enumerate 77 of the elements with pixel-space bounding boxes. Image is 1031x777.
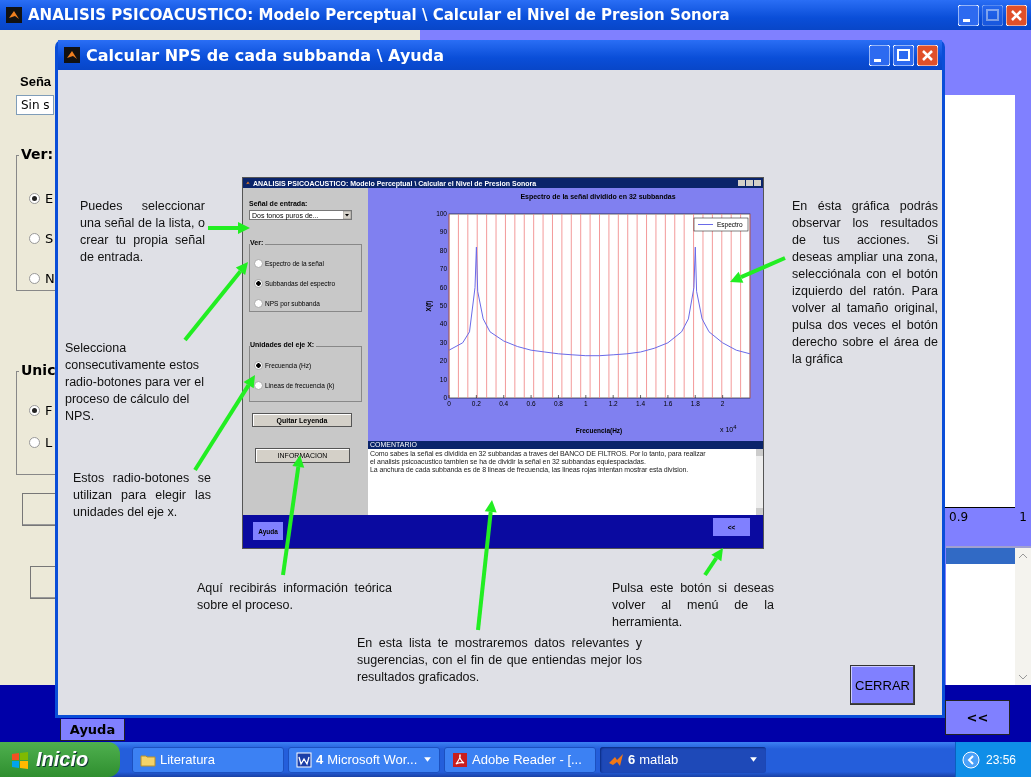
tick: [722, 394, 723, 399]
help-note: Selecciona consecutivamente estos radio-botones para ver el proceso de cálculo del NPS.: [65, 340, 205, 425]
arrow: [208, 222, 250, 234]
tick: [640, 394, 641, 399]
app-icon: [64, 47, 80, 63]
tick: [448, 394, 450, 399]
scrollbar[interactable]: [1015, 547, 1031, 685]
radio-label: F: [45, 402, 53, 418]
close-icon[interactable]: [1006, 4, 1027, 26]
tick: [694, 394, 696, 399]
minimize-icon[interactable]: [869, 44, 890, 66]
help-button[interactable]: Ayuda: [60, 719, 125, 741]
dropdown-arrow-icon[interactable]: [343, 211, 351, 219]
radio-button[interactable]: [254, 258, 263, 268]
taskbar-label: Adobe Reader - [...: [472, 752, 582, 767]
scrollbar[interactable]: [756, 449, 763, 515]
radio-button[interactable]: [29, 404, 40, 416]
radio-button[interactable]: [254, 360, 263, 370]
back-button[interactable]: <<: [945, 700, 1010, 735]
radio-label: N: [45, 270, 55, 286]
arrow: [730, 256, 786, 283]
field-label: Seña: [20, 74, 52, 89]
tick: [476, 394, 477, 399]
taskbar-label: Microsoft Wor...: [327, 752, 418, 767]
radio-button[interactable]: [29, 272, 40, 284]
help-note: En ésta gráfica podrás observar los resultados de tus acciones. Si deseas ampliar una zona, selecciónala con el botón izquierdo del ratón. Para volver al tamaño original, pulsa dos veces el botón derecho sobre el área de la gráfica: [792, 198, 938, 368]
window-count: 6: [628, 752, 636, 767]
app-icon: [6, 7, 22, 23]
window-title: Calcular NPS de cada subbanda \ Ayuda: [86, 45, 444, 65]
tick: [530, 394, 532, 399]
pdf-icon: [452, 751, 468, 768]
taskbar-label: matlab: [639, 752, 679, 767]
tick: [558, 394, 559, 399]
close-icon[interactable]: [917, 44, 938, 66]
tick: [612, 394, 614, 399]
taskbar-button[interactable]: 4 Microsoft Wor...: [288, 746, 440, 773]
arrow: [703, 548, 723, 577]
taskbar-label: Literatura: [160, 752, 215, 767]
radio-label: L: [45, 434, 53, 450]
window-title: ANALISIS PSICOACUSTICO: Modelo Perceptual \ Calcular el Nivel de Presion Sonora: [28, 6, 730, 24]
window-count: 4: [316, 752, 324, 767]
maximize-icon[interactable]: [893, 44, 914, 66]
taskbar-button[interactable]: 6 matlab: [600, 746, 766, 773]
start-button[interactable]: Inicio: [0, 742, 120, 777]
radio-label: E: [45, 190, 54, 206]
document-icon: [296, 751, 312, 768]
radio-label: S: [45, 230, 54, 246]
app-icon: [245, 180, 251, 186]
tick: [667, 394, 669, 399]
radio-button[interactable]: [29, 436, 40, 448]
help-note: Estos radio-botones se utilizan para elegir las unidades del eje x.: [73, 470, 211, 521]
clock: 23:56: [986, 752, 1017, 767]
button[interactable]: [22, 493, 55, 526]
radio-button[interactable]: [254, 278, 263, 288]
tick-label: 1: [1019, 509, 1027, 524]
windows-logo-icon: [10, 749, 30, 770]
help-note: Pulsa este botón si deseas volver al menú de la herramienta.: [612, 580, 774, 631]
radio-button[interactable]: [29, 192, 40, 204]
taskbar-button[interactable]: Literatura: [132, 746, 284, 773]
close-button[interactable]: CERRAR: [850, 665, 915, 705]
help-note: Aquí recibirás información teórica sobre el proceso.: [197, 580, 392, 614]
button[interactable]: [30, 566, 55, 599]
help-note: Puedes seleccionar una señal de la lista, o crear tu propia señal de entrada.: [80, 198, 205, 266]
tick: [503, 394, 505, 399]
radio-button[interactable]: [29, 232, 40, 244]
tick-label: 0.9: [949, 509, 969, 524]
group-label: Ver:: [19, 146, 56, 162]
taskbar-button[interactable]: Adobe Reader - [...: [444, 746, 596, 773]
help-note: En esta lista te mostraremos datos relevantes y sugerencias, con el fin de que entiendas mejor los resultados graficados.: [357, 635, 642, 686]
tick: [585, 394, 587, 399]
selected-row[interactable]: [946, 547, 1015, 564]
minimize-icon[interactable]: [958, 4, 979, 26]
dropdown[interactable]: Sin s: [16, 95, 54, 115]
radio-button[interactable]: [254, 298, 263, 308]
maximize-icon[interactable]: [982, 4, 1003, 26]
group-label: Unic: [19, 362, 58, 378]
dropdown-arrow-icon[interactable]: [749, 755, 758, 764]
